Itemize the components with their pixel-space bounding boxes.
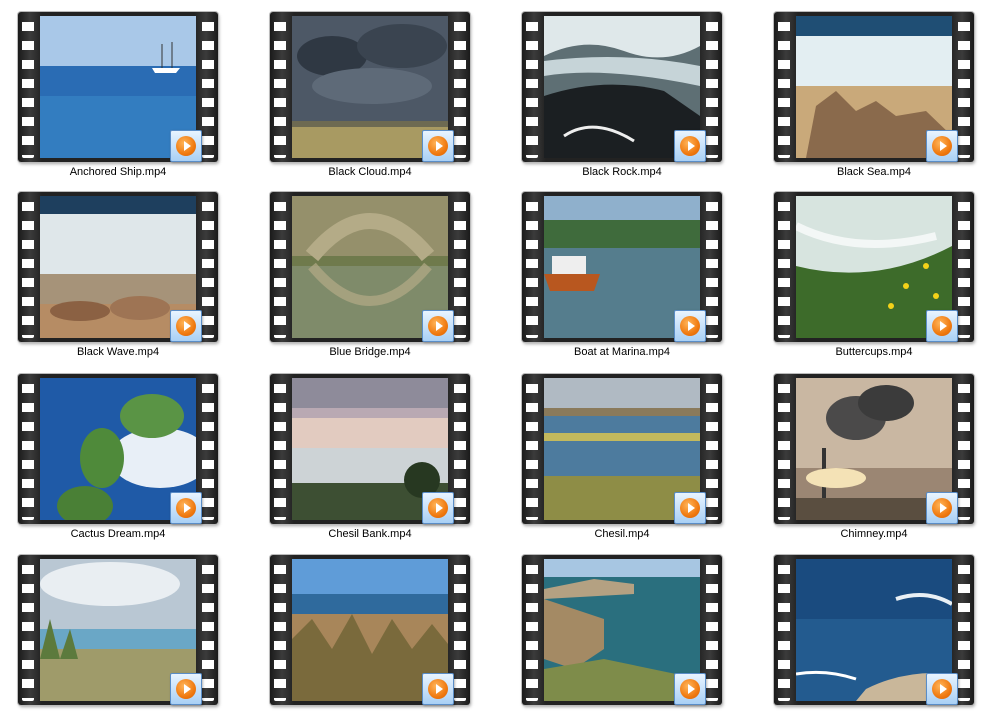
media-player-icon [674, 492, 706, 524]
play-icon [428, 316, 448, 336]
media-player-icon [170, 492, 202, 524]
play-icon [176, 136, 196, 156]
play-icon [176, 679, 196, 699]
play-icon [680, 316, 700, 336]
file-item[interactable]: Anchored Ship.mp4 [0, 4, 228, 180]
play-icon [176, 498, 196, 518]
file-item[interactable]: Black Wave.mp4 [0, 184, 228, 360]
file-item[interactable]: Cactus Dream.mp4 [0, 366, 228, 542]
media-player-icon [926, 492, 958, 524]
play-icon [428, 136, 448, 156]
file-item[interactable]: Buttercups.mp4 [754, 184, 984, 360]
file-item[interactable]: Blue Bridge.mp4 [250, 184, 480, 360]
file-item[interactable]: Chimney.mp4 [754, 366, 984, 542]
file-name: Blue Bridge.mp4 [329, 346, 411, 358]
media-player-icon [422, 673, 454, 705]
file-name: Anchored Ship.mp4 [69, 166, 167, 178]
media-player-icon [422, 130, 454, 162]
media-player-icon [926, 130, 958, 162]
play-icon [428, 679, 448, 699]
media-player-icon [170, 130, 202, 162]
file-name: Black Sea.mp4 [837, 166, 911, 178]
media-player-icon [170, 673, 202, 705]
file-item[interactable]: Black Cloud.mp4 [250, 4, 480, 180]
file-item[interactable] [754, 547, 984, 723]
file-name: Chimney.mp4 [840, 528, 908, 540]
file-name: Black Wave.mp4 [76, 346, 160, 358]
play-icon [932, 136, 952, 156]
media-player-icon [674, 130, 706, 162]
play-icon [932, 316, 952, 336]
file-name: Black Rock.mp4 [582, 166, 662, 178]
file-item[interactable]: Chesil Bank.mp4 [250, 366, 480, 542]
media-player-icon [422, 492, 454, 524]
play-icon [680, 498, 700, 518]
play-icon [176, 316, 196, 336]
file-item[interactable]: Black Rock.mp4 [502, 4, 732, 180]
play-icon [428, 498, 448, 518]
play-icon [932, 498, 952, 518]
file-item[interactable]: Boat at Marina.mp4 [502, 184, 732, 360]
media-player-icon [170, 310, 202, 342]
media-player-icon [926, 673, 958, 705]
file-item[interactable]: Chesil.mp4 [502, 366, 732, 542]
play-icon [680, 136, 700, 156]
file-name: Buttercups.mp4 [835, 346, 913, 358]
file-item[interactable] [250, 547, 480, 723]
media-player-icon [422, 310, 454, 342]
play-icon [680, 679, 700, 699]
file-name: Cactus Dream.mp4 [70, 528, 166, 540]
file-name: Black Cloud.mp4 [328, 166, 412, 178]
media-player-icon [674, 310, 706, 342]
file-item[interactable] [0, 547, 228, 723]
media-player-icon [926, 310, 958, 342]
file-item[interactable]: Black Sea.mp4 [754, 4, 984, 180]
play-icon [932, 679, 952, 699]
file-name: Chesil.mp4 [594, 528, 650, 540]
file-item[interactable] [502, 547, 732, 723]
media-player-icon [674, 673, 706, 705]
file-name: Chesil Bank.mp4 [328, 528, 412, 540]
file-name: Boat at Marina.mp4 [574, 346, 670, 358]
